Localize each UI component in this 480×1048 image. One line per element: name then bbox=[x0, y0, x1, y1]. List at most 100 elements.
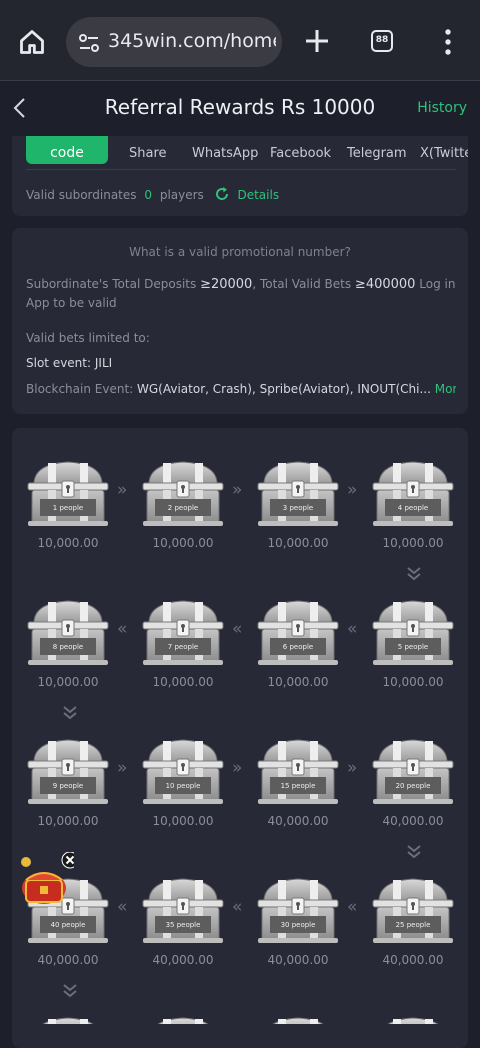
share-option-facebook[interactable]: Facebook bbox=[270, 146, 331, 161]
treasure-chest-icon bbox=[256, 736, 340, 806]
page-header: Referral Rewards Rs 10000 History bbox=[0, 81, 480, 136]
floating-gift-icon[interactable] bbox=[18, 852, 74, 912]
chest-amount: 10,000.00 bbox=[37, 536, 99, 550]
rules-conditions: Subordinate's Total Deposits ≥20000, Tot… bbox=[26, 275, 456, 313]
reward-chest[interactable]: 4 people bbox=[371, 458, 455, 528]
treasure-chest-icon bbox=[26, 458, 110, 528]
site-settings-icon[interactable] bbox=[78, 32, 100, 54]
arrow-left-icon: « bbox=[117, 897, 128, 917]
reward-chest[interactable]: 20 people bbox=[371, 736, 455, 806]
rules-question: What is a valid promotional number? bbox=[129, 245, 351, 259]
chest-amount: 10,000.00 bbox=[152, 675, 214, 689]
blockchain-event-row: Blockchain Event: WG(Aviator, Crash), Sp… bbox=[26, 382, 456, 396]
reward-chest-partial[interactable] bbox=[26, 1014, 110, 1024]
blockchain-event-label: Blockchain Event: bbox=[26, 382, 134, 396]
arrow-right-icon: » bbox=[347, 758, 358, 778]
share-option-share[interactable]: Share bbox=[129, 146, 167, 161]
reward-chest[interactable]: 9 people bbox=[26, 736, 110, 806]
chevron-down-icon bbox=[407, 845, 421, 859]
chest-people-label: 8 people bbox=[52, 643, 84, 651]
blockchain-event-value: WG(Aviator, Crash), Spribe(Aviator), INO… bbox=[137, 382, 431, 396]
arrow-left-icon: « bbox=[232, 897, 243, 917]
arrow-right-icon: » bbox=[232, 758, 243, 778]
reward-chest[interactable]: 25 people bbox=[371, 875, 455, 945]
arrow-left-icon: « bbox=[347, 619, 358, 639]
valid-subordinates-row: Valid subordinates 0 players Details bbox=[26, 186, 279, 202]
copy-code-button[interactable]: code bbox=[26, 136, 108, 164]
chest-amount: 10,000.00 bbox=[382, 536, 444, 550]
chest-amount: 10,000.00 bbox=[152, 814, 214, 828]
reward-chest[interactable]: 2 people bbox=[141, 458, 225, 528]
more-link[interactable]: More bbox=[435, 382, 456, 396]
bets-label: , Total Valid Bets bbox=[252, 277, 352, 291]
share-option-whatsapp[interactable]: WhatsApp bbox=[192, 146, 258, 161]
chest-people-label: 1 people bbox=[52, 504, 84, 512]
chest-amount: 10,000.00 bbox=[267, 536, 329, 550]
chest-people-label: 5 people bbox=[397, 643, 429, 651]
chest-amount: 40,000.00 bbox=[267, 814, 329, 828]
chest-amount: 40,000.00 bbox=[152, 953, 214, 967]
browser-toolbar: 345win.com/home/e 88 bbox=[0, 0, 480, 81]
treasure-chest-icon bbox=[371, 736, 455, 806]
slot-event-label: Slot event: bbox=[26, 356, 92, 370]
arrow-right-icon: » bbox=[232, 480, 243, 500]
address-bar[interactable]: 345win.com/home/e bbox=[66, 17, 282, 67]
treasure-chest-icon bbox=[371, 597, 455, 667]
chevron-down-icon bbox=[63, 984, 77, 998]
chest-people-label: 25 people bbox=[395, 921, 431, 929]
treasure-chest-icon bbox=[141, 458, 225, 528]
limited-label: Valid bets limited to: bbox=[26, 331, 150, 345]
more-menu-icon[interactable] bbox=[438, 28, 458, 56]
reward-chest[interactable]: 6 people bbox=[256, 597, 340, 667]
share-option-x[interactable]: X(Twitte bbox=[420, 146, 468, 161]
reward-chest[interactable]: 15 people bbox=[256, 736, 340, 806]
reward-chest[interactable]: 35 people bbox=[141, 875, 225, 945]
treasure-chest-icon bbox=[141, 875, 225, 945]
reward-chest-partial[interactable] bbox=[256, 1014, 340, 1024]
chest-people-label: 9 people bbox=[52, 782, 84, 790]
url-text: 345win.com/home/e bbox=[108, 30, 276, 52]
slot-event-row: Slot event: JILI bbox=[26, 356, 112, 370]
chest-people-label: 7 people bbox=[167, 643, 199, 651]
chest-people-label: 4 people bbox=[397, 504, 429, 512]
chest-amount: 40,000.00 bbox=[382, 814, 444, 828]
arrow-right-icon: » bbox=[347, 480, 358, 500]
new-tab-icon[interactable] bbox=[304, 28, 330, 54]
reward-chest[interactable]: 7 people bbox=[141, 597, 225, 667]
arrow-left-icon: « bbox=[347, 897, 358, 917]
details-link[interactable]: Details bbox=[237, 188, 279, 202]
share-option-telegram[interactable]: Telegram bbox=[347, 146, 407, 161]
chevron-down-icon bbox=[63, 706, 77, 720]
valid-subordinates-count: 0 bbox=[144, 188, 152, 202]
treasure-chest-icon bbox=[256, 597, 340, 667]
arrow-left-icon: « bbox=[232, 619, 243, 639]
reward-chest[interactable]: 3 people bbox=[256, 458, 340, 528]
chest-people-label: 30 people bbox=[280, 921, 316, 929]
chest-amount: 10,000.00 bbox=[382, 675, 444, 689]
tab-switcher-button[interactable]: 88 bbox=[371, 30, 393, 52]
treasure-chest-icon bbox=[256, 875, 340, 945]
valid-subordinates-label: Valid subordinates bbox=[26, 188, 137, 202]
home-icon[interactable] bbox=[18, 28, 46, 56]
reward-chest-partial[interactable] bbox=[141, 1014, 225, 1024]
chest-amount: 40,000.00 bbox=[382, 953, 444, 967]
chest-amount: 10,000.00 bbox=[267, 675, 329, 689]
history-link[interactable]: History bbox=[417, 100, 467, 116]
treasure-chest-icon bbox=[26, 597, 110, 667]
reward-chest[interactable]: 8 people bbox=[26, 597, 110, 667]
arrow-left-icon: « bbox=[117, 619, 128, 639]
treasure-chest-icon bbox=[256, 1014, 340, 1024]
treasure-chest-icon bbox=[141, 1014, 225, 1024]
reward-chest[interactable]: 1 people bbox=[26, 458, 110, 528]
chest-amount: 10,000.00 bbox=[37, 814, 99, 828]
refresh-icon[interactable] bbox=[214, 186, 230, 202]
deposit-value: ≥20000 bbox=[200, 277, 253, 292]
reward-chest[interactable]: 5 people bbox=[371, 597, 455, 667]
chest-people-label: 15 people bbox=[280, 782, 316, 790]
reward-chest-partial[interactable] bbox=[371, 1014, 455, 1024]
reward-chest[interactable]: 10 people bbox=[141, 736, 225, 806]
chest-people-label: 35 people bbox=[165, 921, 201, 929]
chest-people-label: 40 people bbox=[50, 921, 86, 929]
reward-chest[interactable]: 30 people bbox=[256, 875, 340, 945]
treasure-chest-icon bbox=[371, 1014, 455, 1024]
